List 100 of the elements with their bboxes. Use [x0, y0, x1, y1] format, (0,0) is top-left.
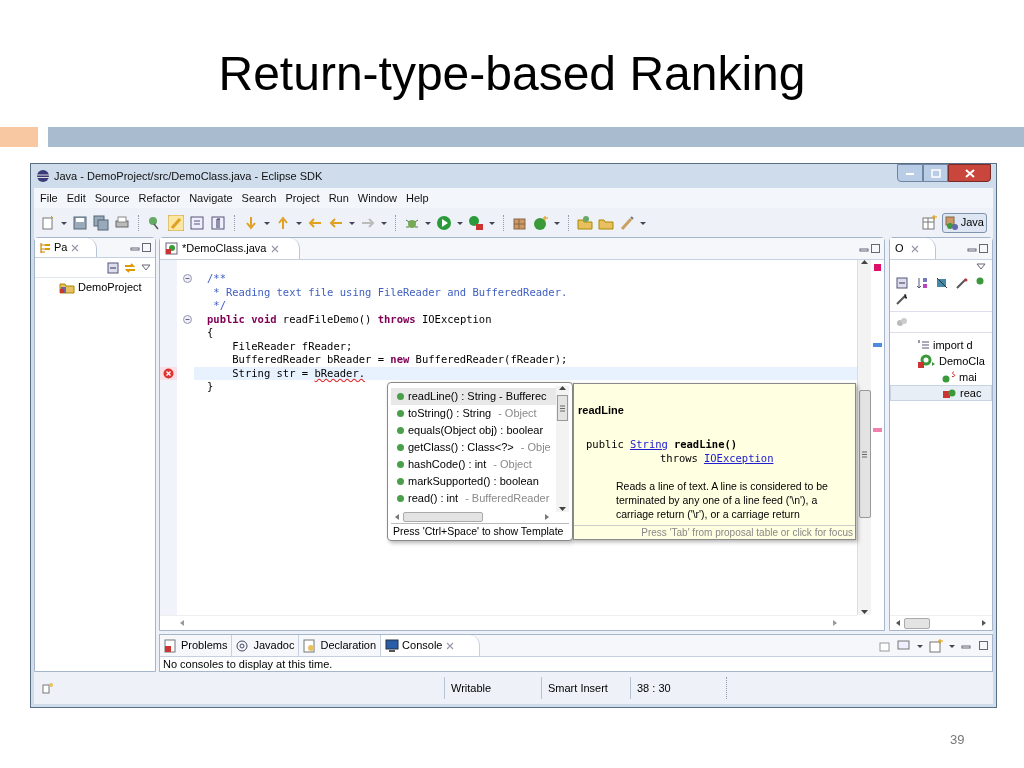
- link[interactable]: IOException: [703, 450, 774, 465]
- caret-icon[interactable]: [917, 643, 923, 648]
- menu-item[interactable]: Refactor: [138, 189, 181, 207]
- proposal-item[interactable]: markSupported() : boolean: [391, 473, 556, 490]
- fast-view-icon[interactable]: [42, 682, 54, 694]
- proposal-item[interactable]: equals(Object obj) : boolear: [391, 422, 556, 439]
- collapse-all-icon[interactable]: [107, 261, 119, 274]
- scroll-down-icon[interactable]: [861, 610, 868, 615]
- maximize-icon[interactable]: [870, 243, 881, 254]
- outline-item[interactable]: DemoCla: [890, 353, 992, 369]
- scroll-right-icon[interactable]: [982, 620, 986, 626]
- caret-icon[interactable]: [949, 643, 955, 648]
- editor-tab[interactable]: *DemoClass.java: [160, 238, 300, 259]
- scroll-right-icon[interactable]: [545, 514, 549, 521]
- collapse-all-icon[interactable]: [896, 277, 908, 289]
- maximize-button[interactable]: [923, 164, 948, 182]
- hide-fields-icon[interactable]: [936, 277, 948, 289]
- bottom-tab[interactable]: Console: [381, 635, 481, 656]
- scroll-up-icon[interactable]: [559, 386, 566, 391]
- run-tool-icon[interactable]: [468, 214, 484, 231]
- outline-item[interactable]: mai: [890, 369, 992, 385]
- scroll-thumb[interactable]: [403, 512, 483, 523]
- vertical-scrollbar[interactable]: [556, 386, 569, 512]
- hide-static-icon[interactable]: [956, 277, 968, 289]
- open-console-icon[interactable]: [929, 638, 943, 653]
- menu-item[interactable]: Run: [328, 189, 349, 207]
- open-perspective-icon[interactable]: [920, 214, 937, 231]
- menu-item[interactable]: Edit: [66, 189, 86, 207]
- maximize-icon[interactable]: [978, 243, 989, 254]
- folder-icon[interactable]: [577, 214, 593, 231]
- link[interactable]: String: [629, 436, 668, 451]
- display-console-icon[interactable]: [897, 639, 911, 652]
- tree-item[interactable]: DemoProject: [35, 278, 155, 296]
- menu-item[interactable]: Help: [406, 189, 429, 207]
- dot-icon[interactable]: [976, 277, 984, 285]
- vertical-scrollbar[interactable]: [857, 260, 871, 615]
- scroll-down-icon[interactable]: [559, 506, 566, 512]
- scroll-thumb[interactable]: [858, 390, 871, 518]
- outline-item[interactable]: reac: [890, 385, 992, 401]
- wand-icon[interactable]: [619, 214, 635, 231]
- scroll-left-icon[interactable]: [395, 514, 399, 521]
- hide-local-icon[interactable]: [896, 293, 908, 305]
- perspective-button[interactable]: Java: [941, 212, 987, 233]
- pin-console-icon[interactable]: [879, 639, 891, 652]
- outline-item[interactable]: import d: [890, 337, 992, 353]
- menu-item[interactable]: Project: [285, 189, 320, 207]
- view-menu-icon[interactable]: [976, 263, 986, 271]
- collapse-icon[interactable]: [183, 274, 192, 284]
- close-button[interactable]: [948, 164, 991, 182]
- brush-icon[interactable]: [168, 214, 184, 231]
- package-explorer-tab[interactable]: Pa: [35, 238, 97, 257]
- link-icon[interactable]: [123, 261, 137, 274]
- horizontal-scrollbar[interactable]: [890, 615, 992, 630]
- close-icon[interactable]: [909, 243, 920, 254]
- outline-tab[interactable]: O: [890, 238, 936, 259]
- occurrence-marker-icon[interactable]: [873, 343, 882, 347]
- caret-icon[interactable]: [425, 220, 431, 225]
- bottom-tab[interactable]: Declaration: [299, 635, 382, 656]
- caret-icon[interactable]: [381, 220, 387, 225]
- scroll-thumb[interactable]: [557, 395, 568, 421]
- view-menu-icon[interactable]: [141, 263, 151, 272]
- close-icon[interactable]: [445, 640, 456, 651]
- caret-icon[interactable]: [264, 220, 270, 225]
- minimize-button[interactable]: [897, 164, 923, 182]
- pilcrow-icon[interactable]: [210, 214, 226, 231]
- caret-icon[interactable]: [61, 220, 67, 225]
- caret-icon[interactable]: [457, 220, 463, 225]
- scroll-left-icon[interactable]: [896, 620, 900, 626]
- menu-item[interactable]: Source: [94, 189, 130, 207]
- disks-icon[interactable]: [93, 214, 109, 231]
- proposal-item[interactable]: hashCode() : int - Object: [391, 456, 556, 473]
- focus-icon[interactable]: [896, 317, 908, 327]
- menu-item[interactable]: File: [40, 189, 58, 207]
- caret-icon[interactable]: [296, 220, 302, 225]
- error-marker-icon[interactable]: [873, 428, 882, 432]
- close-icon[interactable]: [270, 243, 281, 254]
- proposal-item[interactable]: read() : int - BufferedReader: [391, 490, 556, 507]
- down-arrow-icon[interactable]: [243, 214, 259, 231]
- menu-item[interactable]: Navigate: [189, 189, 233, 207]
- proposal-item[interactable]: readLine() : String - Bufferec: [391, 388, 556, 405]
- maximize-icon[interactable]: [141, 242, 152, 253]
- caret-icon[interactable]: [554, 220, 560, 225]
- page-icon[interactable]: [189, 214, 205, 231]
- scroll-thumb[interactable]: [904, 617, 930, 629]
- menu-item[interactable]: Window: [357, 189, 397, 207]
- menu-item[interactable]: Search: [241, 189, 277, 207]
- close-icon[interactable]: [70, 242, 81, 253]
- sort-icon[interactable]: [916, 277, 928, 289]
- collapse-icon[interactable]: [183, 314, 192, 324]
- caret-icon[interactable]: [349, 220, 355, 225]
- class-icon[interactable]: [533, 214, 549, 231]
- up-arrow-icon[interactable]: [275, 214, 291, 231]
- new-file-icon[interactable]: [40, 214, 56, 231]
- printer-icon[interactable]: [114, 214, 130, 231]
- error-marker-icon[interactable]: [874, 264, 881, 271]
- caret-icon[interactable]: [489, 220, 495, 225]
- proposal-item[interactable]: toString() : String - Object: [391, 405, 556, 422]
- bottom-tab[interactable]: Javadoc: [232, 635, 300, 656]
- bottom-tab[interactable]: Problems: [160, 635, 233, 656]
- proposal-item[interactable]: getClass() : Class<?> - Obje: [391, 439, 556, 456]
